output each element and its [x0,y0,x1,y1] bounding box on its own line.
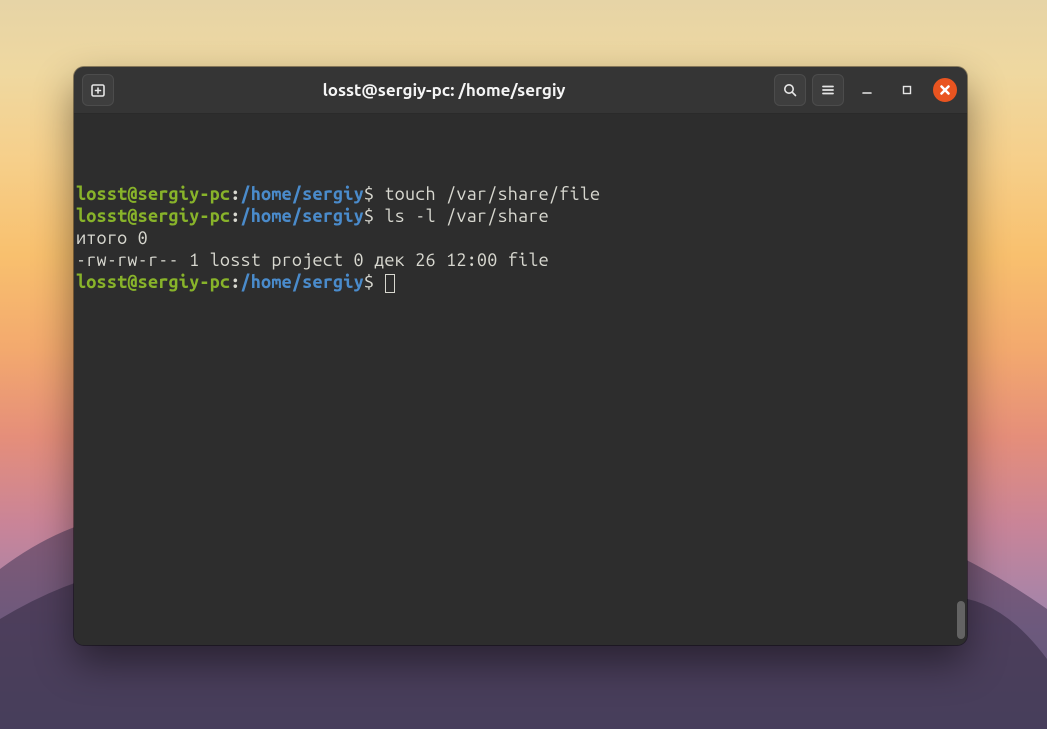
new-tab-button[interactable] [82,74,114,106]
scrollbar-track[interactable] [955,114,965,645]
command-text: touch /var/share/file [384,184,600,204]
search-icon [782,82,798,98]
terminal-viewport[interactable]: losst@sergiy-pc:/home/sergiy$ touch /var… [74,114,967,645]
terminal-line: -rw-rw-r-- 1 losst project 0 дек 26 12:0… [76,249,965,271]
prompt-user-host: losst@sergiy-pc [76,272,230,292]
terminal-line: losst@sergiy-pc:/home/sergiy$ touch /var… [76,183,965,205]
prompt-user-host: losst@sergiy-pc [76,184,230,204]
prompt-separator: : [230,206,240,226]
terminal-line: losst@sergiy-pc:/home/sergiy$ ls -l /var… [76,205,965,227]
prompt-separator: : [230,184,240,204]
terminal-line: итого 0 [76,227,965,249]
hamburger-menu-icon [820,82,836,98]
minimize-icon [861,84,873,96]
prompt-symbol: $ [364,272,385,292]
prompt-cwd: /home/sergiy [240,272,363,292]
terminal-cursor [385,274,395,293]
window-titlebar[interactable]: losst@sergiy-pc: /home/sergiy [74,67,967,114]
terminal-line: losst@sergiy-pc:/home/sergiy$ [76,271,965,293]
close-icon [940,85,950,95]
maximize-button[interactable] [890,74,924,106]
prompt-symbol: $ [364,184,385,204]
scrollbar-thumb[interactable] [957,601,965,639]
prompt-separator: : [230,272,240,292]
command-text: ls -l /var/share [384,206,548,226]
prompt-symbol: $ [364,206,385,226]
output-text: итого 0 [76,228,148,248]
maximize-icon [901,84,913,96]
prompt-cwd: /home/sergiy [240,206,363,226]
minimize-button[interactable] [850,74,884,106]
prompt-user-host: losst@sergiy-pc [76,206,230,226]
window-title: losst@sergiy-pc: /home/sergiy [120,81,768,100]
prompt-cwd: /home/sergiy [240,184,363,204]
menu-button[interactable] [812,74,844,106]
output-text: -rw-rw-r-- 1 losst project 0 дек 26 12:0… [76,250,549,270]
search-button[interactable] [774,74,806,106]
terminal-window: losst@sergiy-pc: /home/sergiy [74,67,967,645]
new-tab-icon [90,82,106,98]
close-button[interactable] [933,78,957,102]
